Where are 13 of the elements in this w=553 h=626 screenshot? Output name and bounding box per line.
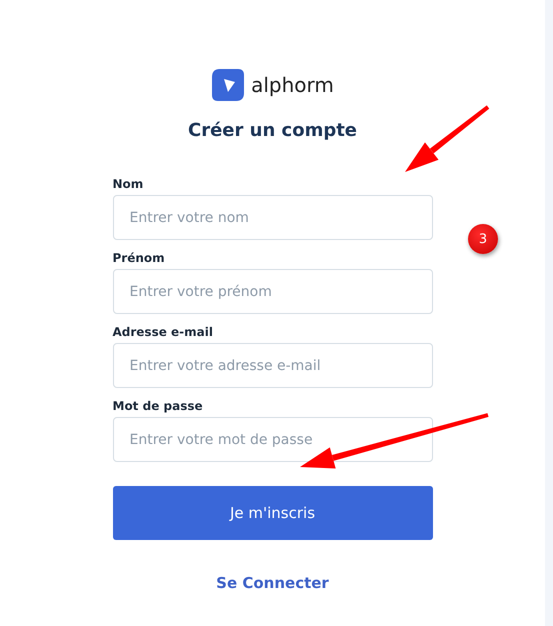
input-field[interactable]: Entrer votre mot de passe bbox=[112, 417, 432, 462]
signup-button[interactable]: Je m'inscris bbox=[112, 486, 432, 540]
input-field[interactable]: Entrer votre adresse e-mail bbox=[112, 343, 432, 388]
input-field[interactable]: Entrer votre prénom bbox=[112, 269, 432, 314]
input-field[interactable]: Entrer votre nom bbox=[112, 195, 432, 240]
logo-icon bbox=[211, 68, 246, 102]
field-label: Nom bbox=[112, 177, 144, 191]
page-title: Créer un compte bbox=[188, 120, 358, 141]
login-link[interactable]: Se Connecter bbox=[216, 574, 329, 592]
field-label: Prénom bbox=[112, 251, 166, 265]
field-label: Mot de passe bbox=[112, 399, 204, 413]
field-label: Adresse e-mail bbox=[112, 325, 214, 339]
logo-text: alphorm bbox=[251, 73, 334, 97]
